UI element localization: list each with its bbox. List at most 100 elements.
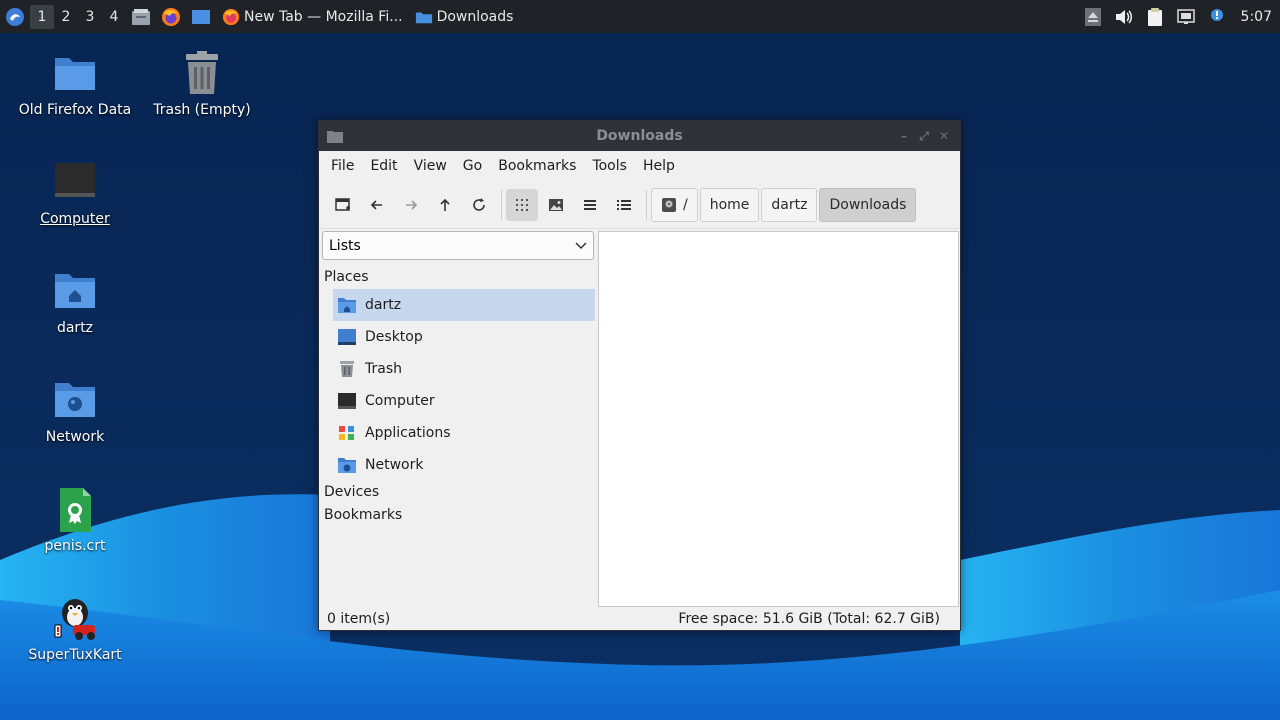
trash-icon (178, 50, 226, 98)
task-firefox[interactable]: New Tab — Mozilla Fi... (216, 0, 409, 33)
drive-icon (662, 197, 676, 212)
close-icon[interactable]: ✕ (934, 127, 954, 145)
file-manager-launcher-icon[interactable] (126, 0, 156, 33)
select-value: Lists (329, 237, 361, 254)
home-folder-icon (51, 268, 99, 316)
desktop-icon-label: Computer (40, 211, 110, 227)
breadcrumb-home[interactable]: home (699, 187, 760, 222)
firefox-launcher-icon[interactable] (156, 0, 186, 33)
network-folder-icon (51, 377, 99, 425)
breadcrumb-label: dartz (771, 196, 808, 213)
file-manager-window: Downloads – ⤢ ✕ File Edit View Go Bookma… (318, 120, 961, 631)
show-desktop-icon[interactable] (186, 0, 216, 33)
maximize-icon[interactable]: ⤢ (914, 127, 934, 145)
minimize-icon[interactable]: – (894, 127, 914, 145)
place-desktop[interactable]: Desktop (333, 321, 595, 353)
desktop-icon-label: dartz (56, 320, 94, 336)
desktop-icon-dartz[interactable]: dartz (15, 268, 135, 336)
up-button[interactable] (429, 189, 461, 221)
icon-view-button[interactable] (506, 188, 538, 221)
reload-button[interactable] (463, 189, 495, 221)
toolbar-separator (501, 189, 502, 220)
supertuxkart-icon (51, 595, 99, 643)
menu-file[interactable]: File (323, 158, 362, 174)
trash-icon (340, 361, 354, 377)
section-places[interactable]: Places (324, 269, 369, 285)
desktop-icon-label: penis.crt (44, 538, 106, 554)
place-applications[interactable]: Applications (333, 417, 595, 449)
task-label: New Tab — Mozilla Fi... (244, 8, 403, 25)
breadcrumb-label: home (709, 196, 750, 213)
section-bookmarks[interactable]: Bookmarks (324, 507, 402, 523)
place-computer[interactable]: Computer (333, 385, 595, 417)
breadcrumb-downloads[interactable]: Downloads (819, 187, 917, 222)
desktop-icon-certificate[interactable]: penis.crt (15, 486, 135, 554)
workspace-4[interactable]: 4 (102, 5, 126, 29)
thumbnail-view-button[interactable] (540, 189, 572, 221)
folder-icon (51, 50, 99, 98)
statusbar: 0 item(s) Free space: 51.6 GiB (Total: 6… (319, 608, 960, 630)
place-trash[interactable]: Trash (333, 353, 595, 385)
place-label: Computer (365, 393, 435, 409)
task-downloads[interactable]: Downloads (409, 0, 520, 33)
place-label: Trash (365, 361, 402, 377)
toolbar-separator (646, 189, 647, 220)
applications-icon (339, 426, 354, 440)
back-button[interactable] (361, 189, 393, 221)
network-folder-icon (338, 458, 356, 473)
new-tab-button[interactable] (327, 189, 359, 221)
desktop-icon-label: Trash (Empty) (153, 102, 251, 118)
desktop-icon-network[interactable]: Network (15, 377, 135, 445)
menu-go[interactable]: Go (455, 158, 490, 174)
menu-tools[interactable]: Tools (584, 158, 635, 174)
desktop-icon-computer[interactable]: Computer (15, 159, 135, 227)
menubar: File Edit View Go Bookmarks Tools Help (319, 151, 960, 181)
arrow-up-icon (440, 198, 450, 211)
desktop-icon-old-firefox-data[interactable]: Old Firefox Data (15, 50, 135, 118)
forward-button[interactable] (395, 189, 427, 221)
breadcrumb-dartz[interactable]: dartz (761, 187, 818, 222)
window-titlebar[interactable]: Downloads – ⤢ ✕ (319, 121, 960, 151)
volume-icon[interactable] (1109, 0, 1140, 33)
home-folder-icon (338, 298, 356, 313)
notification-icon[interactable] (1202, 0, 1233, 33)
window-title: Downloads (596, 128, 683, 144)
place-dartz[interactable]: dartz (333, 289, 595, 321)
menu-edit[interactable]: Edit (362, 158, 405, 174)
clipboard-icon[interactable] (1140, 0, 1171, 33)
arrow-right-icon (406, 199, 418, 210)
workspace-3[interactable]: 3 (78, 5, 102, 29)
desktop-icon-supertuxkart[interactable]: SuperTuxKart (15, 595, 135, 663)
certificate-icon (51, 486, 99, 534)
section-devices[interactable]: Devices (324, 484, 379, 500)
place-label: dartz (365, 297, 402, 313)
menu-bookmarks[interactable]: Bookmarks (490, 158, 584, 174)
whisker-menu-icon[interactable] (0, 0, 30, 33)
workspace-1[interactable]: 1 (30, 4, 54, 29)
compact-view-button[interactable] (574, 189, 606, 221)
workspace-2[interactable]: 2 (54, 5, 78, 29)
desktop-icon-label: Network (45, 429, 105, 445)
detailed-list-view-button[interactable] (608, 189, 640, 221)
place-network[interactable]: Network (333, 449, 595, 481)
new-tab-icon (335, 197, 350, 211)
toolbar: / home dartz Downloads (319, 181, 960, 229)
folder-icon (327, 129, 343, 147)
compact-list-icon (584, 199, 596, 210)
desktop-icon-trash[interactable]: Trash (Empty) (142, 50, 262, 118)
desktop-icon (338, 329, 356, 345)
desktop-icon-label: Old Firefox Data (18, 102, 132, 118)
chevron-down-icon (575, 241, 587, 249)
panel-clock[interactable]: 5:07 (1233, 9, 1272, 25)
firefox-icon (222, 8, 240, 25)
breadcrumb-root[interactable]: / (651, 187, 698, 222)
menu-help[interactable]: Help (635, 158, 683, 174)
side-pane-mode-select[interactable]: Lists (322, 231, 594, 260)
folder-view[interactable] (598, 231, 959, 607)
reload-icon (473, 197, 485, 211)
menu-view[interactable]: View (406, 158, 455, 174)
network-status-icon[interactable] (1171, 0, 1202, 33)
breadcrumb-label: / (683, 196, 688, 213)
task-label: Downloads (436, 8, 514, 25)
eject-icon[interactable] (1078, 0, 1109, 33)
